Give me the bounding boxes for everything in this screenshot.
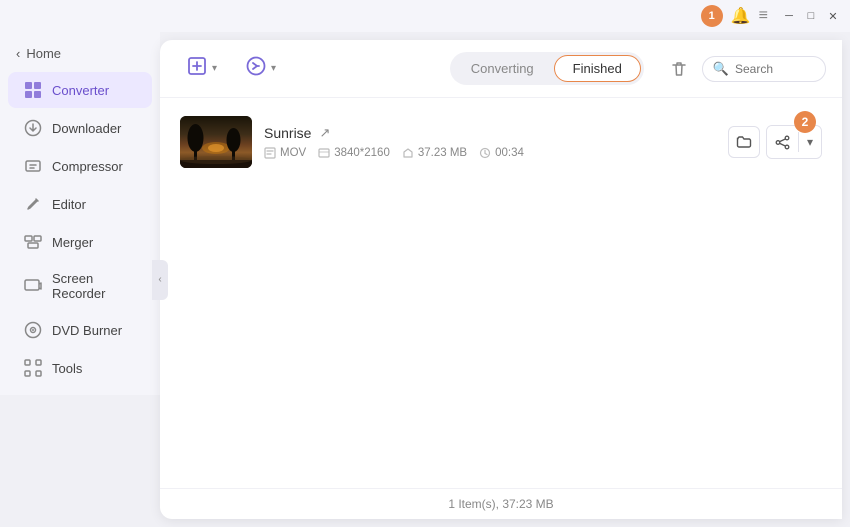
- chevron-down-icon: ▾: [807, 135, 813, 149]
- sidebar-item-screen-recorder[interactable]: Screen Recorder: [8, 262, 152, 310]
- tools-icon: [24, 359, 42, 377]
- action-badge: 2: [794, 111, 816, 133]
- sidebar-item-label-compressor: Compressor: [52, 159, 123, 174]
- sidebar-item-label-dvd-burner: DVD Burner: [52, 323, 122, 338]
- add-file-button[interactable]: ▾: [176, 50, 227, 87]
- file-duration: 00:34: [495, 147, 524, 159]
- sidebar-item-label-converter: Converter: [52, 83, 109, 98]
- downloader-icon: [24, 119, 42, 137]
- file-resolution-item: 3840*2160: [318, 147, 390, 159]
- sidebar-item-merger[interactable]: Merger: [8, 224, 152, 260]
- app-body: ‹ Home Converter: [0, 32, 850, 527]
- toolbar-right: 🔍: [664, 54, 826, 84]
- title-bar-icons: 1 🔔 ≡: [701, 5, 768, 27]
- sidebar-item-label-merger: Merger: [52, 235, 93, 250]
- format-icon: [264, 147, 276, 159]
- search-input[interactable]: [735, 62, 815, 76]
- search-icon: 🔍: [713, 61, 729, 77]
- back-label: Home: [26, 46, 61, 61]
- resolution-icon: [318, 147, 330, 159]
- sidebar-item-label-downloader: Downloader: [52, 121, 121, 136]
- file-name: Sunrise: [264, 125, 311, 141]
- file-actions: 2: [728, 125, 822, 159]
- file-meta: MOV 3840*2160: [264, 147, 716, 159]
- tab-finished[interactable]: Finished: [554, 55, 641, 82]
- open-folder-button[interactable]: [728, 126, 760, 158]
- compressor-icon: [24, 157, 42, 175]
- editor-icon: [24, 195, 42, 213]
- maximize-button[interactable]: □: [802, 7, 820, 25]
- file-name-row: Sunrise ↗: [264, 125, 716, 141]
- tab-converting[interactable]: Converting: [453, 56, 552, 81]
- merger-icon: [24, 233, 42, 251]
- file-list: Sunrise ↗ MOV: [160, 98, 842, 488]
- table-row: Sunrise ↗ MOV: [172, 106, 830, 178]
- sidebar-item-label-editor: Editor: [52, 197, 86, 212]
- bell-icon[interactable]: 🔔: [731, 6, 751, 26]
- main-content: ▾ ▾ Converting Finished: [160, 40, 842, 519]
- screen-recorder-icon: [24, 277, 42, 295]
- convert-chevron-icon: ▾: [271, 63, 276, 74]
- action-group: ▾: [766, 125, 822, 159]
- search-box: 🔍: [702, 56, 826, 82]
- sidebar-back-button[interactable]: ‹ Home: [0, 40, 160, 67]
- add-file-icon: [186, 55, 208, 82]
- convert-button[interactable]: ▾: [235, 50, 286, 87]
- back-arrow-icon: ‹: [16, 46, 20, 61]
- sidebar-item-label-screen-recorder: Screen Recorder: [52, 271, 136, 301]
- minimize-button[interactable]: ─: [780, 7, 798, 25]
- status-text: 1 Item(s), 37:23 MB: [448, 497, 553, 511]
- file-info: Sunrise ↗ MOV: [264, 125, 716, 159]
- sidebar-item-compressor[interactable]: Compressor: [8, 148, 152, 184]
- convert-icon: [245, 55, 267, 82]
- sidebar-item-downloader[interactable]: Downloader: [8, 110, 152, 146]
- duration-icon: [479, 147, 491, 159]
- close-button[interactable]: ✕: [824, 7, 842, 25]
- file-format: MOV: [280, 147, 306, 159]
- file-size: 37.23 MB: [418, 147, 467, 159]
- file-duration-item: 00:34: [479, 147, 524, 159]
- add-file-chevron-icon: ▾: [212, 63, 217, 74]
- sidebar-item-editor[interactable]: Editor: [8, 186, 152, 222]
- sidebar-item-dvd-burner[interactable]: DVD Burner: [8, 312, 152, 348]
- sidebar-collapse-button[interactable]: ‹: [152, 260, 168, 300]
- menu-icon[interactable]: ≡: [759, 7, 768, 25]
- converter-icon: [24, 81, 42, 99]
- tab-group: Converting Finished: [450, 52, 644, 85]
- share-button[interactable]: [767, 126, 798, 158]
- title-bar: 1 🔔 ≡ ─ □ ✕: [0, 0, 850, 32]
- status-bar: 1 Item(s), 37:23 MB: [160, 488, 842, 519]
- open-file-icon[interactable]: ↗: [319, 125, 330, 141]
- sidebar-wrapper: ‹ Home Converter: [0, 32, 160, 527]
- size-icon: [402, 147, 414, 159]
- file-format-item: MOV: [264, 147, 306, 159]
- sidebar: ‹ Home Converter: [0, 32, 160, 395]
- file-resolution: 3840*2160: [334, 147, 390, 159]
- sidebar-item-converter[interactable]: Converter: [8, 72, 152, 108]
- file-thumbnail: [180, 116, 252, 168]
- dvd-burner-icon: [24, 321, 42, 339]
- delete-button[interactable]: [664, 54, 694, 84]
- sidebar-item-tools[interactable]: Tools: [8, 350, 152, 386]
- sidebar-item-label-tools: Tools: [52, 361, 82, 376]
- file-size-item: 37.23 MB: [402, 147, 467, 159]
- toolbar: ▾ ▾ Converting Finished: [160, 40, 842, 98]
- notification-badge[interactable]: 1: [701, 5, 723, 27]
